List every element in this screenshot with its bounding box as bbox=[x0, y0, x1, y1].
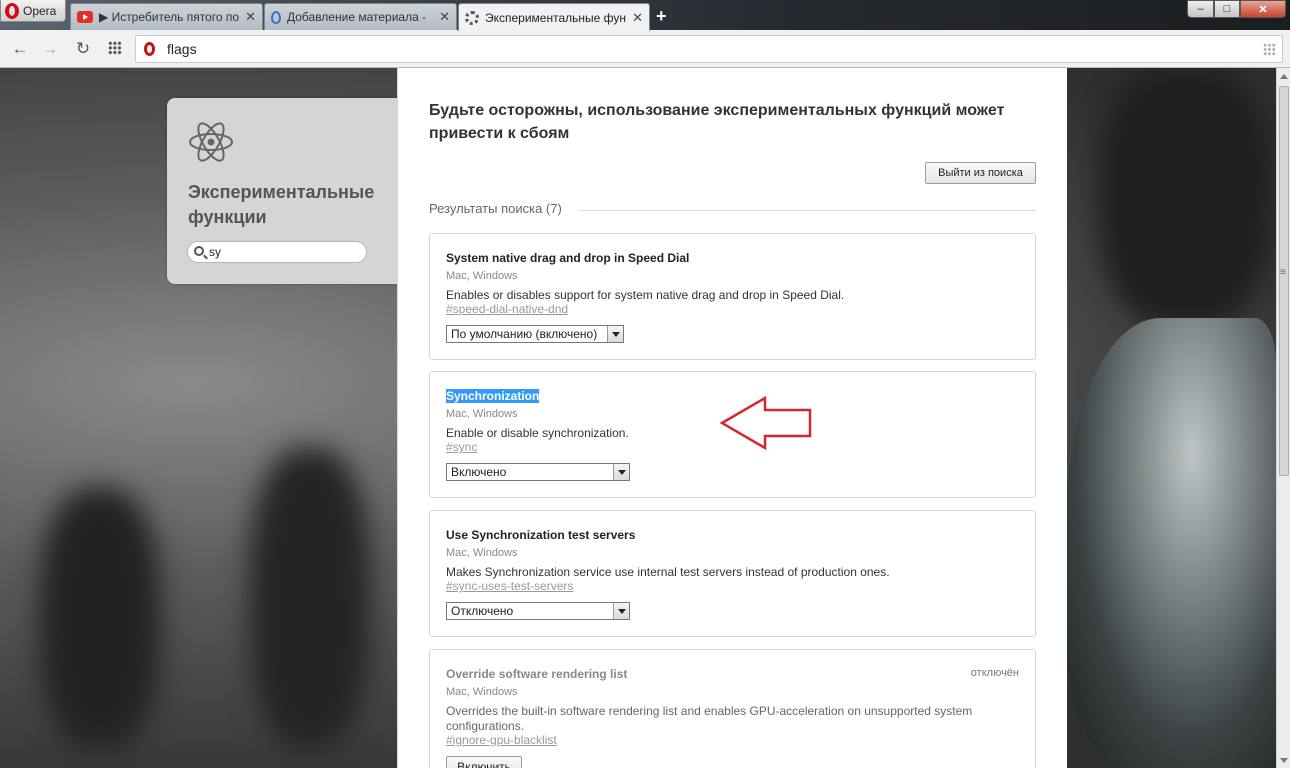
speed-dial-grid-icon[interactable] bbox=[1263, 43, 1276, 56]
tab-label: Добавление материала - bbox=[287, 10, 427, 24]
flag-anchor-link[interactable]: #sync-uses-test-servers bbox=[446, 579, 573, 593]
vertical-scrollbar[interactable] bbox=[1276, 68, 1290, 768]
tab-youtube[interactable]: ▶ Истребитель пятого по ✕ bbox=[70, 3, 263, 30]
flag-card: Use Synchronization test servers Mac, Wi… bbox=[429, 510, 1036, 637]
new-tab-button[interactable]: + bbox=[656, 6, 667, 27]
flag-description: Enables or disables support for system n… bbox=[446, 288, 845, 302]
maximize-button[interactable]: □ bbox=[1214, 0, 1240, 18]
back-arrow-icon[interactable]: ← bbox=[10, 39, 30, 59]
background-decor bbox=[40, 488, 160, 748]
flag-state-select[interactable]: Включено bbox=[446, 463, 630, 481]
search-icon bbox=[194, 246, 204, 256]
flag-status: отключён bbox=[970, 667, 1019, 679]
flag-platforms: Mac, Windows bbox=[446, 686, 518, 698]
enable-button[interactable]: Включить bbox=[446, 756, 522, 768]
opera-menu-label: Opera bbox=[23, 3, 57, 18]
flag-platforms: Mac, Windows bbox=[446, 408, 518, 420]
flag-name: Override software rendering list bbox=[446, 667, 628, 681]
scroll-up-icon[interactable] bbox=[1280, 74, 1288, 79]
flag-name: Synchronization bbox=[446, 389, 540, 403]
tab-experimental[interactable]: Экспериментальные фун ✕ bbox=[458, 3, 650, 31]
close-tab-icon[interactable]: ✕ bbox=[439, 9, 450, 25]
page-viewport: Экспериментальные функции Будьте осторож… bbox=[0, 68, 1276, 768]
chevron-down-icon bbox=[607, 326, 623, 342]
tab-label: Экспериментальные фун bbox=[485, 10, 627, 25]
flag-platforms: Mac, Windows bbox=[446, 547, 518, 559]
scroll-thumb[interactable] bbox=[1279, 86, 1289, 476]
flag-state-select[interactable]: Отключено bbox=[446, 602, 630, 620]
opera-menu-button[interactable]: Opera bbox=[0, 0, 66, 22]
background-decor bbox=[1100, 68, 1270, 328]
search-box[interactable] bbox=[187, 241, 367, 263]
atom-icon bbox=[189, 122, 233, 162]
close-tab-icon[interactable]: ✕ bbox=[632, 10, 643, 26]
background-decor bbox=[250, 448, 370, 748]
title-bar: Opera ▶ Истребитель пятого по ✕ Добавлен… bbox=[0, 0, 1290, 31]
flag-anchor-link[interactable]: #ignore-gpu-blacklist bbox=[446, 733, 557, 747]
flag-description: Overrides the built-in software renderin… bbox=[446, 704, 973, 733]
forward-arrow-icon[interactable]: → bbox=[40, 39, 60, 59]
flag-name: System native drag and drop in Speed Dia… bbox=[446, 251, 690, 265]
flag-state-value: Включено bbox=[451, 465, 507, 479]
tab-add-material[interactable]: Добавление материала - ✕ bbox=[264, 3, 457, 30]
address-bar[interactable]: flags bbox=[135, 35, 1283, 63]
close-window-button[interactable]: ✕ bbox=[1240, 0, 1286, 18]
chevron-down-icon bbox=[613, 464, 629, 480]
flags-sidebar: Экспериментальные функции bbox=[167, 98, 398, 284]
search-input[interactable] bbox=[209, 244, 359, 260]
flag-state-value: Отключено bbox=[451, 604, 514, 618]
scroll-down-icon[interactable] bbox=[1280, 758, 1288, 763]
minimize-button[interactable]: – bbox=[1187, 0, 1214, 18]
tab-label: ▶ Истребитель пятого по bbox=[99, 10, 240, 24]
reload-icon[interactable]: ↻ bbox=[73, 39, 93, 59]
gear-icon bbox=[465, 10, 479, 25]
chevron-down-icon bbox=[613, 603, 629, 619]
results-header: Результаты поиска (7) bbox=[429, 201, 572, 216]
browser-toolbar: ← → ↻ flags bbox=[0, 30, 1290, 68]
youtube-icon bbox=[77, 11, 93, 23]
drop-icon bbox=[271, 10, 281, 24]
address-text[interactable]: flags bbox=[167, 41, 197, 57]
flag-card: System native drag and drop in Speed Dia… bbox=[429, 233, 1036, 360]
exit-search-button[interactable]: Выйти из поиска bbox=[925, 162, 1036, 184]
opera-logo-icon bbox=[5, 2, 19, 19]
flag-platforms: Mac, Windows bbox=[446, 270, 518, 282]
results-divider bbox=[578, 210, 1036, 211]
close-tab-icon[interactable]: ✕ bbox=[245, 9, 256, 25]
flag-anchor-link[interactable]: #sync bbox=[446, 440, 477, 454]
flag-card: Override software rendering list отключё… bbox=[429, 649, 1036, 768]
flag-state-value: По умолчанию (включено) bbox=[451, 327, 598, 341]
annotation-arrow-icon bbox=[720, 396, 812, 451]
warning-heading: Будьте осторожны, использование эксперим… bbox=[429, 102, 1005, 142]
speed-dial-icon[interactable] bbox=[108, 41, 122, 55]
background-sculpture bbox=[1066, 318, 1276, 768]
flag-name: Use Synchronization test servers bbox=[446, 528, 636, 542]
opera-badge-icon bbox=[144, 42, 155, 56]
flag-anchor-link[interactable]: #speed-dial-native-dnd bbox=[446, 302, 568, 316]
sidebar-title: Экспериментальные функции bbox=[188, 182, 375, 227]
flag-description: Makes Synchronization service use intern… bbox=[446, 565, 890, 579]
flag-state-select[interactable]: По умолчанию (включено) bbox=[446, 325, 624, 343]
